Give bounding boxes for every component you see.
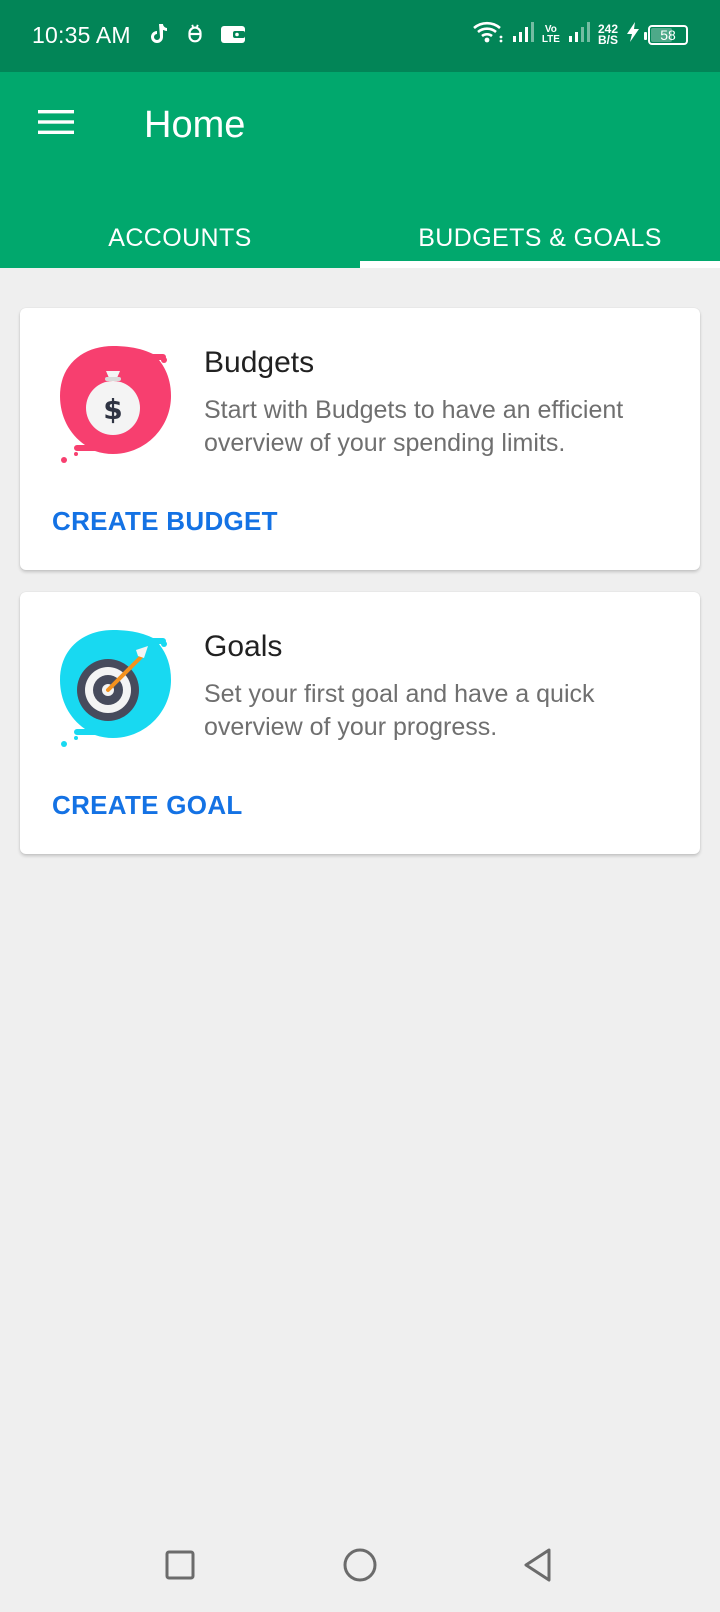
tab-budgets-goals[interactable]: BUDGETS & GOALS xyxy=(360,208,720,268)
page-title: Home xyxy=(144,104,246,146)
create-goal-button[interactable]: CREATE GOAL xyxy=(52,790,243,821)
back-icon xyxy=(521,1547,555,1588)
svg-text:$: $ xyxy=(103,393,122,426)
hamburger-menu-icon xyxy=(36,107,76,142)
tab-accounts-label: ACCOUNTS xyxy=(108,223,252,252)
signal-icon xyxy=(512,21,534,48)
status-left-icons xyxy=(146,22,246,51)
app-bar: Home ACCOUNTS BUDGETS & GOALS xyxy=(0,72,720,268)
battery-level: 58 xyxy=(660,26,676,43)
tab-budgets-goals-label: BUDGETS & GOALS xyxy=(418,223,662,252)
signal-icon xyxy=(568,21,590,48)
status-bar: 10:35 AM Vo LTE 242 B/S 58 xyxy=(0,0,720,72)
goals-description: Set your first goal and have a quick ove… xyxy=(204,680,595,741)
back-button[interactable] xyxy=(508,1542,568,1592)
budgets-description: Start with Budgets to have an efficient … xyxy=(204,396,624,457)
status-right-icons: Vo LTE 242 B/S 58 xyxy=(472,20,688,49)
create-budget-button[interactable]: CREATE BUDGET xyxy=(52,506,278,537)
bug-icon xyxy=(184,23,206,50)
target-icon xyxy=(48,620,178,750)
recent-apps-icon xyxy=(164,1549,196,1586)
status-time: 10:35 AM xyxy=(32,22,131,48)
budgets-title: Budgets xyxy=(204,346,315,379)
goals-title: Goals xyxy=(204,630,283,663)
tab-accounts[interactable]: ACCOUNTS xyxy=(0,208,360,268)
tiktok-icon xyxy=(146,22,170,51)
goals-card: Goals Set your first goal and have a qui… xyxy=(20,592,700,854)
home-icon xyxy=(342,1547,378,1588)
budgets-card: $ Budgets Start with Budgets to have an … xyxy=(20,308,700,570)
recent-apps-button[interactable] xyxy=(150,1542,210,1592)
battery-terminal xyxy=(644,31,647,40)
charging-icon xyxy=(626,21,640,48)
system-nav-bar xyxy=(0,1512,720,1612)
tab-selected-indicator xyxy=(360,261,720,268)
battery-icon: 58 xyxy=(644,24,688,45)
volte-icon: Vo LTE xyxy=(541,23,560,45)
network-speed: 242 B/S xyxy=(597,21,618,47)
wifi-icon xyxy=(472,20,504,49)
home-button[interactable] xyxy=(330,1542,390,1592)
menu-button[interactable] xyxy=(28,100,84,148)
wallet-icon xyxy=(220,23,246,50)
money-bag-icon: $ xyxy=(48,336,178,466)
